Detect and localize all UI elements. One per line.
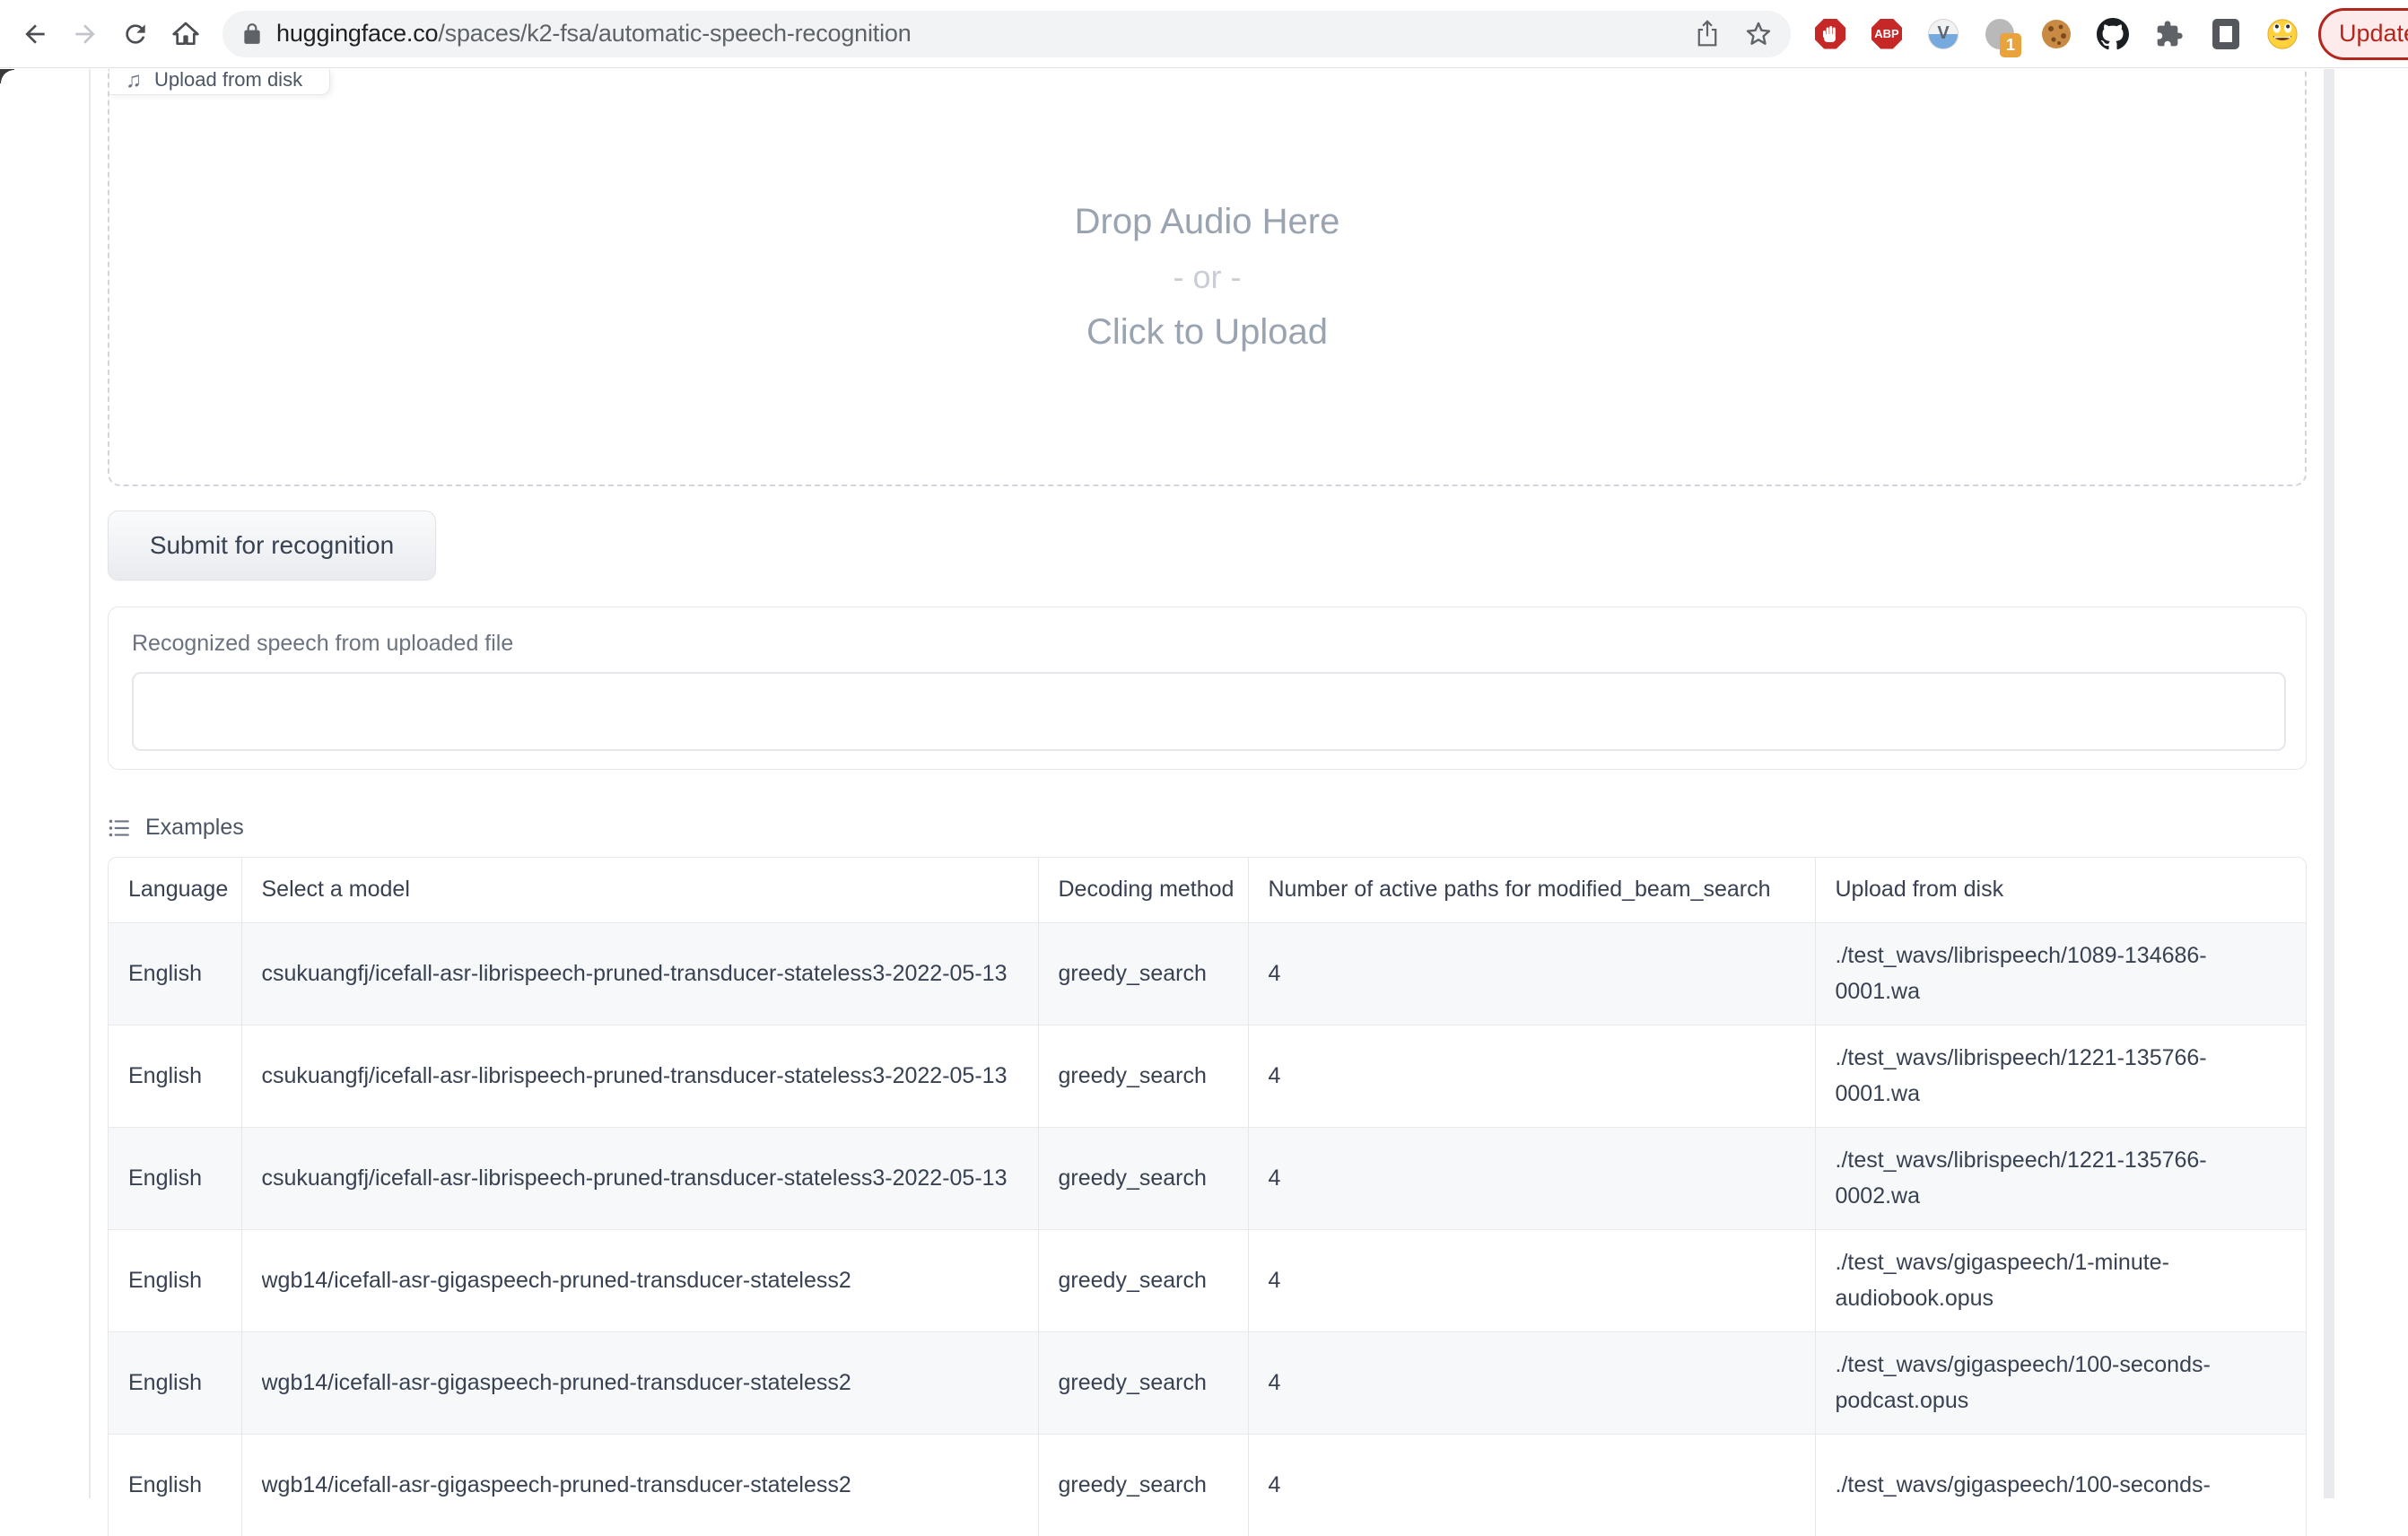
extensions-row: ABP V 1 xyxy=(1814,18,2299,50)
cookie-extension-icon[interactable] xyxy=(2040,18,2072,50)
dropzone-line2: - or - xyxy=(1173,258,1242,296)
audio-dropzone[interactable]: Drop Audio Here - or - Click to Upload xyxy=(108,69,2307,486)
table-header-cell: Decoding method xyxy=(1038,858,1248,922)
url-path: /spaces/k2-fsa/automatic-speech-recognit… xyxy=(438,20,911,47)
table-cell: English xyxy=(109,1434,241,1536)
upload-tab-label: Upload from disk xyxy=(154,69,302,91)
submit-for-recognition-button[interactable]: Submit for recognition xyxy=(108,511,436,580)
table-cell: English xyxy=(109,1229,241,1331)
table-cell: 4 xyxy=(1248,1127,1815,1229)
adblock-plus-extension-icon[interactable]: ABP xyxy=(1871,18,1903,50)
table-header-cell: Number of active paths for modified_beam… xyxy=(1248,858,1815,922)
back-icon xyxy=(21,20,49,48)
browser-toolbar: huggingface.co/spaces/k2-fsa/automatic-s… xyxy=(0,0,2408,68)
recognized-speech-textbox[interactable] xyxy=(132,672,2286,751)
table-cell: ./test_wavs/gigaspeech/100-seconds- xyxy=(1815,1434,2306,1536)
examples-table-head: LanguageSelect a modelDecoding methodNum… xyxy=(109,858,2306,922)
table-row[interactable]: Englishcsukuangfj/icefall-asr-librispeec… xyxy=(109,1025,2306,1127)
dropzone-line3: Click to Upload xyxy=(1086,312,1328,353)
examples-label: Examples xyxy=(145,815,244,841)
forward-button[interactable] xyxy=(65,13,106,55)
reload-button[interactable] xyxy=(115,13,156,55)
header-row: LanguageSelect a modelDecoding methodNum… xyxy=(109,858,2306,922)
examples-table-body: Englishcsukuangfj/icefall-asr-librispeec… xyxy=(109,922,2306,1536)
table-cell: greedy_search xyxy=(1038,1229,1248,1331)
share-icon[interactable] xyxy=(1694,20,1721,48)
github-extension-icon[interactable] xyxy=(2097,18,2129,50)
home-icon xyxy=(171,20,200,48)
extension-badge: 1 xyxy=(2000,33,2021,57)
left-divider xyxy=(89,69,91,1498)
back-button[interactable] xyxy=(14,13,56,55)
table-cell: greedy_search xyxy=(1038,922,1248,1025)
output-label: Recognized speech from uploaded file xyxy=(132,631,2286,657)
table-cell: csukuangfj/icefall-asr-librispeech-prune… xyxy=(241,1127,1038,1229)
table-cell: 4 xyxy=(1248,1434,1815,1536)
address-bar[interactable]: huggingface.co/spaces/k2-fsa/automatic-s… xyxy=(222,11,1791,57)
table-row[interactable]: Englishwgb14/icefall-asr-gigaspeech-prun… xyxy=(109,1331,2306,1434)
tab-upload-from-disk[interactable]: ♫ Upload from disk xyxy=(109,69,330,95)
table-row[interactable]: Englishcsukuangfj/icefall-asr-librispeec… xyxy=(109,922,2306,1025)
chrome-update-button[interactable]: Update xyxy=(2318,8,2408,60)
table-cell: English xyxy=(109,1331,241,1434)
examples-table: LanguageSelect a modelDecoding methodNum… xyxy=(109,858,2306,1536)
scrollbar-track[interactable] xyxy=(2324,69,2334,1498)
table-cell: csukuangfj/icefall-asr-librispeech-prune… xyxy=(241,922,1038,1025)
table-cell: wgb14/icefall-asr-gigaspeech-pruned-tran… xyxy=(241,1331,1038,1434)
table-cell: ./test_wavs/librispeech/1221-135766-0001… xyxy=(1815,1025,2306,1127)
url-text: huggingface.co/spaces/k2-fsa/automatic-s… xyxy=(276,20,912,48)
table-header-cell: Language xyxy=(109,858,241,922)
notification-extension-icon[interactable]: 1 xyxy=(1984,18,2016,50)
table-cell: 4 xyxy=(1248,1331,1815,1434)
table-row[interactable]: Englishwgb14/icefall-asr-gigaspeech-prun… xyxy=(109,1229,2306,1331)
table-cell: ./test_wavs/gigaspeech/1-minute-audioboo… xyxy=(1815,1229,2306,1331)
table-cell: 4 xyxy=(1248,922,1815,1025)
dropzone-line1: Drop Audio Here xyxy=(1075,202,1340,242)
output-panel: Recognized speech from uploaded file xyxy=(108,607,2307,770)
examples-table-wrap: LanguageSelect a modelDecoding methodNum… xyxy=(108,857,2307,1536)
table-cell: greedy_search xyxy=(1038,1025,1248,1127)
table-cell: ./test_wavs/gigaspeech/100-seconds-podca… xyxy=(1815,1331,2306,1434)
table-cell: 4 xyxy=(1248,1025,1815,1127)
table-cell: greedy_search xyxy=(1038,1127,1248,1229)
music-note-icon: ♫ xyxy=(126,71,142,91)
table-cell: ./test_wavs/librispeech/1089-134686-0001… xyxy=(1815,922,2306,1025)
forward-icon xyxy=(71,20,100,48)
chrome-extensions-puzzle-icon[interactable] xyxy=(2153,18,2186,50)
table-cell: 4 xyxy=(1248,1229,1815,1331)
bookmark-star-icon[interactable] xyxy=(1744,20,1773,48)
examples-list-icon xyxy=(108,816,131,840)
table-cell: English xyxy=(109,1025,241,1127)
lock-icon xyxy=(240,22,264,46)
window-corner xyxy=(0,69,14,83)
smiley-extension-icon[interactable] xyxy=(2266,18,2299,50)
table-cell: greedy_search xyxy=(1038,1331,1248,1434)
table-cell: wgb14/icefall-asr-gigaspeech-pruned-tran… xyxy=(241,1229,1038,1331)
vimium-extension-icon[interactable]: V xyxy=(1927,18,1959,50)
page-content: ♫ Upload from disk Drop Audio Here - or … xyxy=(0,69,2408,1498)
hand-glyph xyxy=(1822,25,1838,43)
ublock-extension-icon[interactable] xyxy=(1814,18,1846,50)
sidebar-toggle-extension-icon[interactable] xyxy=(2210,18,2242,50)
table-cell: ./test_wavs/librispeech/1221-135766-0002… xyxy=(1815,1127,2306,1229)
url-host: huggingface.co xyxy=(276,20,438,47)
table-cell: English xyxy=(109,922,241,1025)
table-cell: greedy_search xyxy=(1038,1434,1248,1536)
table-row[interactable]: Englishcsukuangfj/icefall-asr-librispeec… xyxy=(109,1127,2306,1229)
table-cell: wgb14/icefall-asr-gigaspeech-pruned-tran… xyxy=(241,1434,1038,1536)
table-cell: English xyxy=(109,1127,241,1229)
table-row[interactable]: Englishwgb14/icefall-asr-gigaspeech-prun… xyxy=(109,1434,2306,1536)
update-label: Update xyxy=(2339,20,2408,48)
gradio-app: ♫ Upload from disk Drop Audio Here - or … xyxy=(108,69,2307,1536)
home-button[interactable] xyxy=(165,13,206,55)
table-header-cell: Upload from disk xyxy=(1815,858,2306,922)
examples-header: Examples xyxy=(108,815,2307,841)
table-header-cell: Select a model xyxy=(241,858,1038,922)
reload-icon xyxy=(121,20,150,48)
table-cell: csukuangfj/icefall-asr-librispeech-prune… xyxy=(241,1025,1038,1127)
